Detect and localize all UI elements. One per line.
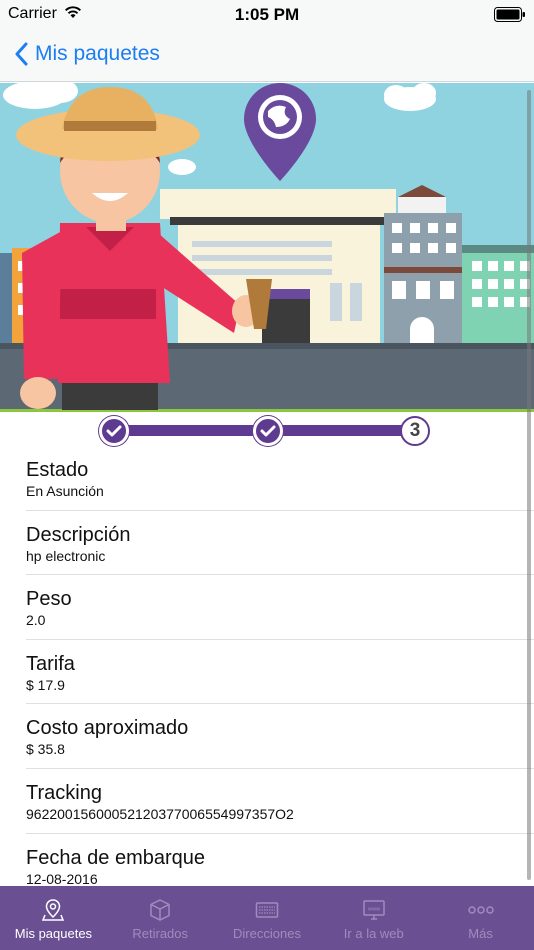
detail-label: Estado xyxy=(26,459,89,481)
detail-row-tarifa: Tarifa $ 17.9 xyxy=(0,640,534,705)
svg-text:www: www xyxy=(368,907,380,913)
detail-value: hp electronic xyxy=(26,547,106,564)
detail-value: $ 17.9 xyxy=(26,676,65,693)
back-button-label: Mis paquetes xyxy=(35,42,160,65)
detail-label: Descripción xyxy=(26,523,131,546)
tab-label: Ir a la web xyxy=(343,926,404,941)
navigation-bar: Mis paquetes xyxy=(0,30,534,82)
detail-row-costo: Costo aproximado $ 35.8 xyxy=(0,704,534,769)
hero-illustration xyxy=(0,83,534,416)
detail-row-peso: Peso 2.0 xyxy=(0,575,534,640)
step-2-complete xyxy=(253,416,283,446)
battery-icon xyxy=(494,7,526,22)
detail-row-fecha: Fecha de embarque 12-08-2016 xyxy=(0,834,534,886)
box-icon xyxy=(150,899,170,921)
map-pin-icon xyxy=(42,899,65,921)
detail-row-tracking: Tracking 9622001560005212037700655499735… xyxy=(0,769,534,834)
tab-mas[interactable]: Más xyxy=(427,886,534,950)
monitor-icon: www xyxy=(363,900,385,920)
tab-label: Mis paquetes xyxy=(14,926,93,941)
checkmark-icon xyxy=(106,425,122,437)
package-details: Estado En Asunción Descripción hp electr… xyxy=(0,446,534,886)
scrollbar[interactable] xyxy=(527,90,531,880)
detail-value: 96220015600052120377006554997357O2 xyxy=(26,805,294,822)
detail-label: Tarifa xyxy=(26,652,75,675)
detail-row-estado: Estado En Asunción xyxy=(0,446,534,511)
tab-mis-paquetes[interactable]: Mis paquetes xyxy=(0,886,107,950)
tab-direcciones[interactable]: Direcciones xyxy=(214,886,321,950)
detail-value: $ 35.8 xyxy=(26,741,65,758)
detail-label: Fecha de embarque xyxy=(26,846,206,869)
tab-bar: Mis paquetes Retirados Direcciones www I… xyxy=(0,886,534,950)
keyboard-icon xyxy=(255,902,279,918)
checkmark-icon xyxy=(260,425,276,437)
tab-label: Más xyxy=(468,926,493,941)
step-3-current: 3 xyxy=(400,416,430,446)
back-button[interactable]: Mis paquetes xyxy=(14,39,160,69)
tab-label: Direcciones xyxy=(233,926,301,941)
detail-label: Peso xyxy=(26,588,72,611)
detail-value: 12-08-2016 xyxy=(26,870,98,886)
more-icon xyxy=(467,906,494,914)
step-1-complete xyxy=(99,416,129,446)
chevron-left-icon xyxy=(15,42,28,66)
clock: 1:05 PM xyxy=(234,5,300,24)
detail-row-descripcion: Descripción hp electronic xyxy=(0,511,534,576)
status-bar: Carrier 1:05 PM xyxy=(0,0,534,30)
tab-ir-a-la-web[interactable]: www Ir a la web xyxy=(320,886,427,950)
detail-value: En Asunción xyxy=(26,483,104,499)
tab-retirados[interactable]: Retirados xyxy=(107,886,214,950)
detail-value: 2.0 xyxy=(26,612,46,629)
detail-label: Costo aproximado xyxy=(26,717,189,740)
detail-label: Tracking xyxy=(26,781,102,804)
tab-label: Retirados xyxy=(132,926,189,941)
